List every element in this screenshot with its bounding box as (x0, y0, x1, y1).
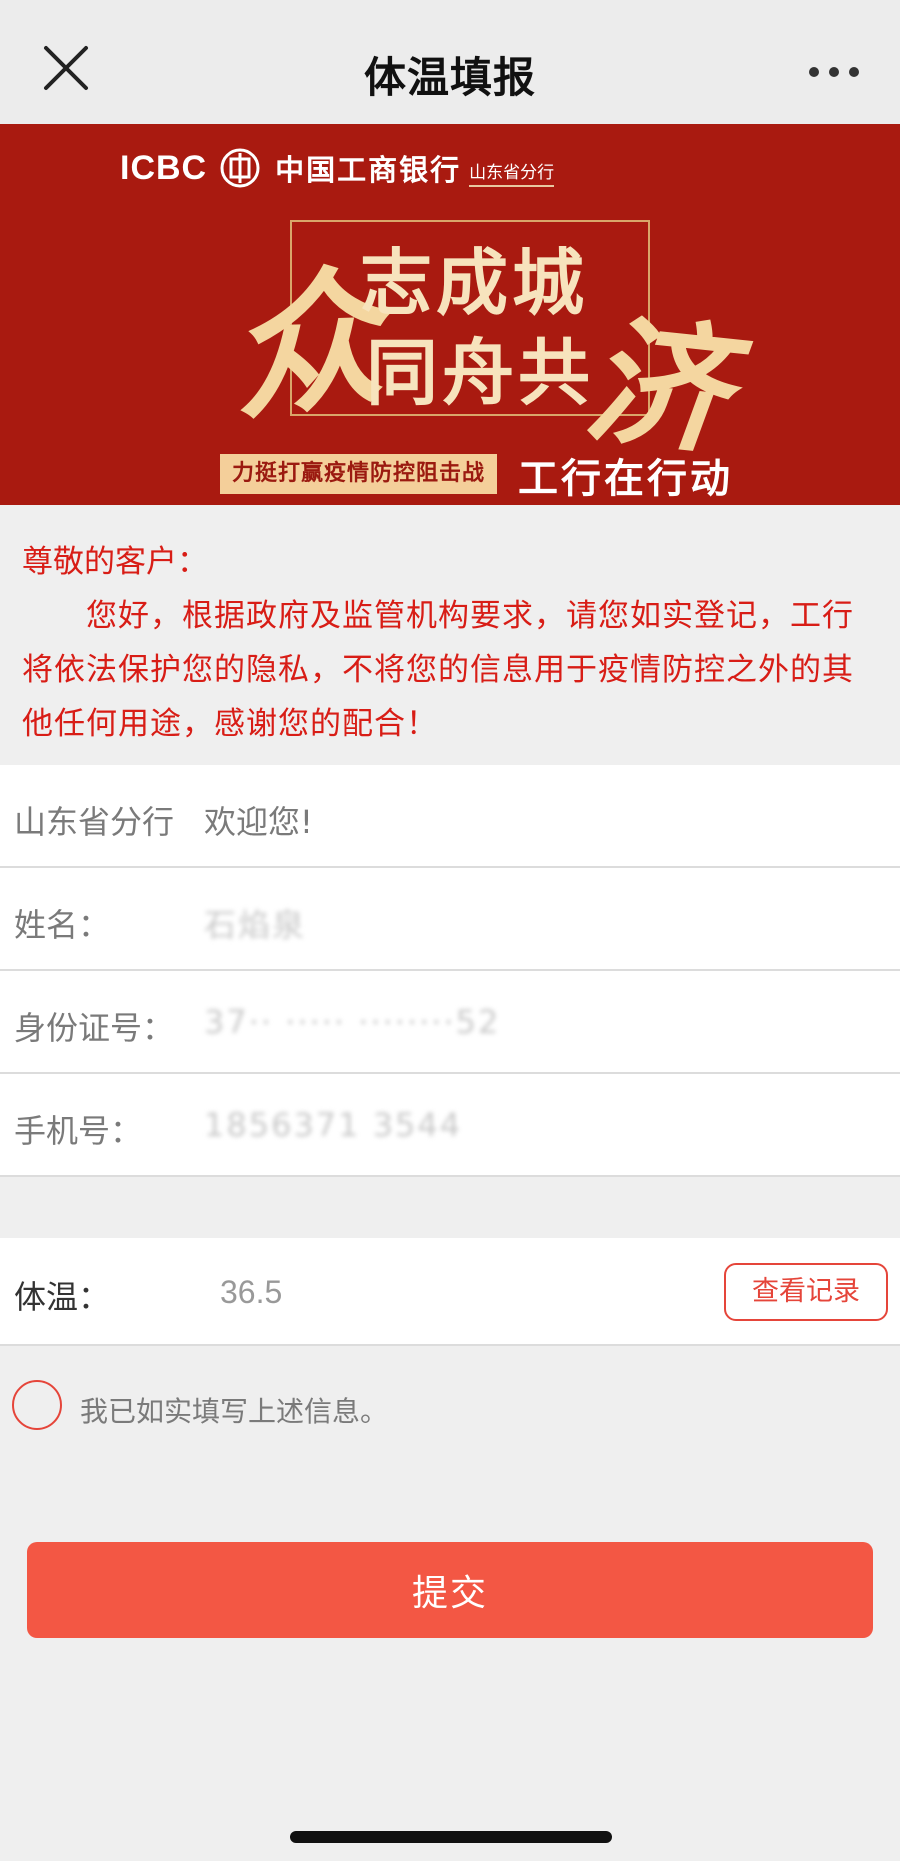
bank-name: 中国工商银行 (275, 153, 462, 187)
icbc-wordmark: ICBC (120, 148, 208, 187)
confirm-row[interactable]: 我已如实填写上述信息。 (0, 1380, 900, 1440)
id-number-label: 身份证号： (14, 1009, 175, 1047)
banner-action: 工行在行动 (518, 456, 733, 502)
page-title: 体温填报 (363, 53, 536, 102)
submit-button[interactable]: 提交 (27, 1542, 873, 1638)
phone-label: 手机号： (14, 1112, 143, 1150)
confirm-text: 我已如实填写上述信息。 (80, 1395, 389, 1428)
temperature-label: 体温： (14, 1278, 111, 1316)
welcome-row: 山东省分行 欢迎您! (0, 765, 900, 868)
temperature-input[interactable] (210, 1260, 510, 1324)
view-records-button[interactable]: 查看记录 (724, 1263, 888, 1321)
bank-logo-row: ICBC 中国工商银行 山东省分行 (120, 140, 555, 196)
banner-slogan: 力挺打赢疫情防控阻击战 (220, 454, 498, 494)
name-row[interactable]: 姓名： 石焰泉 (0, 868, 900, 971)
branch-label: 山东省分行 (14, 803, 175, 841)
banner-image: ICBC 中国工商银行 山东省分行 众 志成城 同舟共 济 力挺打赢疫情防控阻击… (0, 124, 900, 505)
name-field[interactable]: 石焰泉 (204, 900, 306, 946)
id-row[interactable]: 身份证号： 37·· ····· ········52 (0, 971, 900, 1074)
id-number-field[interactable]: 37·· ····· ········52 (204, 1003, 500, 1041)
phone-row[interactable]: 手机号： 1856371 3544 (0, 1074, 900, 1177)
more-icon[interactable] (804, 52, 864, 92)
bank-branch: 山东省分行 (469, 158, 555, 187)
confirm-checkbox[interactable] (12, 1380, 62, 1430)
notice-greeting: 尊敬的客户： (22, 544, 208, 580)
nav-bar: 体温填报 (0, 0, 900, 124)
phone-field[interactable]: 1856371 3544 (204, 1106, 462, 1144)
temperature-row: 体温： 查看记录 (0, 1238, 900, 1346)
notice-body: 您好，根据政府及监管机构要求，请您如实登记，工行将依法保护您的隐私，不将您的信息… (22, 598, 854, 742)
banner-line-2: 同舟共 (366, 331, 595, 415)
icbc-logo-icon (220, 148, 260, 188)
privacy-notice: 尊敬的客户： 您好，根据政府及监管机构要求，请您如实登记，工行将依法保护您的隐私… (0, 505, 900, 765)
welcome-text: 欢迎您! (204, 803, 313, 841)
name-label: 姓名： (14, 906, 111, 944)
user-info-form: 山东省分行 欢迎您! 姓名： 石焰泉 身份证号： 37·· ····· ····… (0, 765, 900, 1177)
home-indicator[interactable] (290, 1831, 612, 1843)
